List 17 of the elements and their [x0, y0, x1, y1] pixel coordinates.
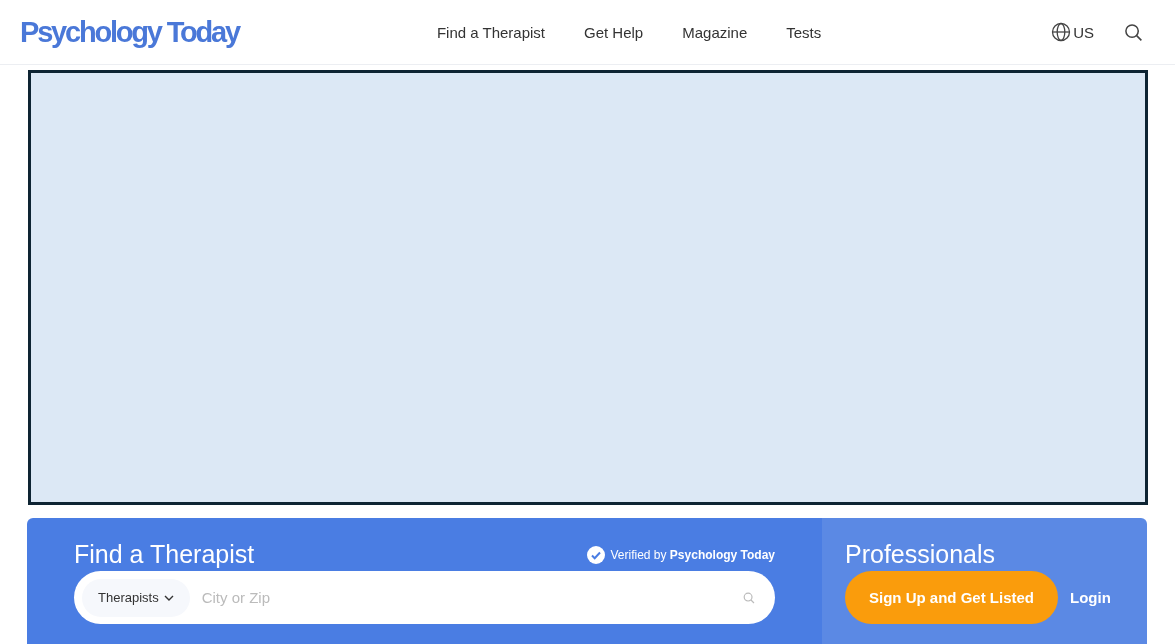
nav-link[interactable]: Find a Therapist: [436, 23, 545, 41]
search-bar[interactable]: Therapists City or Zip: [74, 571, 775, 624]
chevron-icon: [163, 594, 174, 601]
search-icon: [743, 591, 755, 604]
nav-link[interactable]: Magazine: [682, 23, 748, 41]
panel-title: Professionals: [845, 540, 997, 569]
globe-icon: [1051, 22, 1072, 42]
nav-link[interactable]: Get Help: [584, 23, 644, 41]
region-button[interactable]: US: [1051, 22, 1094, 42]
search-button[interactable]: [1124, 22, 1143, 42]
search-icon: [1124, 22, 1143, 42]
nav-link[interactable]: Tests: [786, 23, 822, 41]
panel-title: Find a Therapist: [74, 540, 255, 569]
type-select[interactable]: Therapists: [82, 578, 190, 617]
check-icon: [587, 545, 606, 564]
verified-text: Verified by Psychology Today: [610, 547, 775, 562]
logo[interactable]: Psychology Today: [20, 15, 242, 49]
